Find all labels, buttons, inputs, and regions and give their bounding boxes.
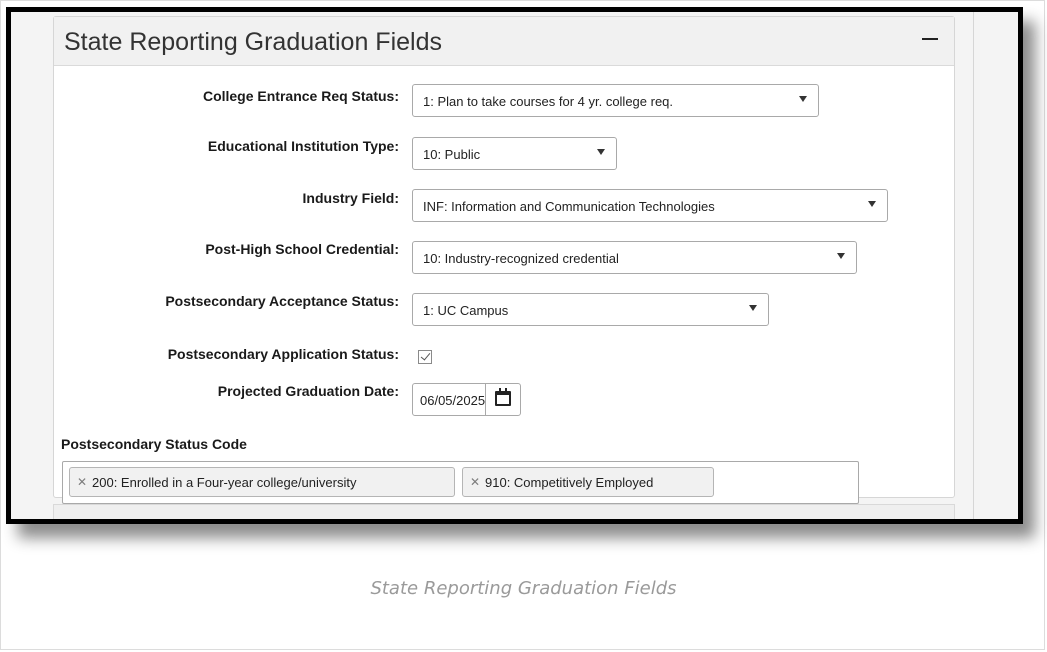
calendar-icon <box>495 388 511 406</box>
graduation-date-label: Projected Graduation Date: <box>217 383 399 399</box>
college-entrance-value: 1: Plan to take courses for 4 yr. colleg… <box>423 94 674 109</box>
acceptance-status-label: Postsecondary Acceptance Status: <box>165 293 399 309</box>
remove-tag-icon[interactable]: ✕ <box>77 475 87 489</box>
graduation-fields-panel: State Reporting Graduation Fields Colleg… <box>53 16 955 504</box>
college-entrance-label: College Entrance Req Status: <box>202 88 399 104</box>
next-panel-edge <box>53 504 955 519</box>
industry-field-value: INF: Information and Communication Techn… <box>423 199 715 214</box>
institution-type-label: Educational Institution Type: <box>207 138 399 154</box>
institution-type-value: 10: Public <box>423 147 481 162</box>
application-status-label: Postsecondary Application Status: <box>167 346 399 362</box>
image-caption: State Reporting Graduation Fields <box>370 578 677 599</box>
status-code-multiselect[interactable]: ✕ 200: Enrolled in a Four-year college/u… <box>62 461 859 504</box>
chevron-down-icon <box>868 201 876 207</box>
acceptance-status-value: 1: UC Campus <box>423 303 509 318</box>
chevron-down-icon <box>597 149 605 155</box>
institution-type-select[interactable]: 10: Public <box>412 137 617 170</box>
industry-field-label: Industry Field: <box>302 190 399 206</box>
status-tag-200[interactable]: ✕ 200: Enrolled in a Four-year college/u… <box>69 467 455 497</box>
credential-select[interactable]: 10: Industry-recognized credential <box>412 241 857 274</box>
panel-title: State Reporting Graduation Fields <box>64 28 442 56</box>
graduation-date-input[interactable]: 06/05/2025 <box>412 383 521 416</box>
status-tag-label: 910: Competitively Employed <box>485 475 654 490</box>
chevron-down-icon <box>837 253 845 259</box>
graduation-date-value: 06/05/2025 <box>420 393 486 408</box>
collapse-minus-icon[interactable] <box>920 29 940 49</box>
status-tag-label: 200: Enrolled in a Four-year college/uni… <box>92 475 357 490</box>
calendar-button[interactable] <box>485 384 520 415</box>
status-code-label: Postsecondary Status Code <box>61 436 247 452</box>
credential-value: 10: Industry-recognized credential <box>423 251 619 266</box>
college-entrance-select[interactable]: 1: Plan to take courses for 4 yr. colleg… <box>412 84 819 117</box>
credential-label: Post-High School Credential: <box>205 241 399 257</box>
remove-tag-icon[interactable]: ✕ <box>470 475 480 489</box>
chevron-down-icon <box>799 96 807 102</box>
acceptance-status-select[interactable]: 1: UC Campus <box>412 293 769 326</box>
panel-header: State Reporting Graduation Fields <box>54 17 954 66</box>
application-status-checkbox[interactable] <box>418 350 432 364</box>
industry-field-select[interactable]: INF: Information and Communication Techn… <box>412 189 888 222</box>
scrollbar-track[interactable] <box>973 12 992 519</box>
screenshot-frame: State Reporting Graduation Fields Colleg… <box>6 7 1023 524</box>
chevron-down-icon <box>749 305 757 311</box>
status-tag-910[interactable]: ✕ 910: Competitively Employed <box>462 467 714 497</box>
